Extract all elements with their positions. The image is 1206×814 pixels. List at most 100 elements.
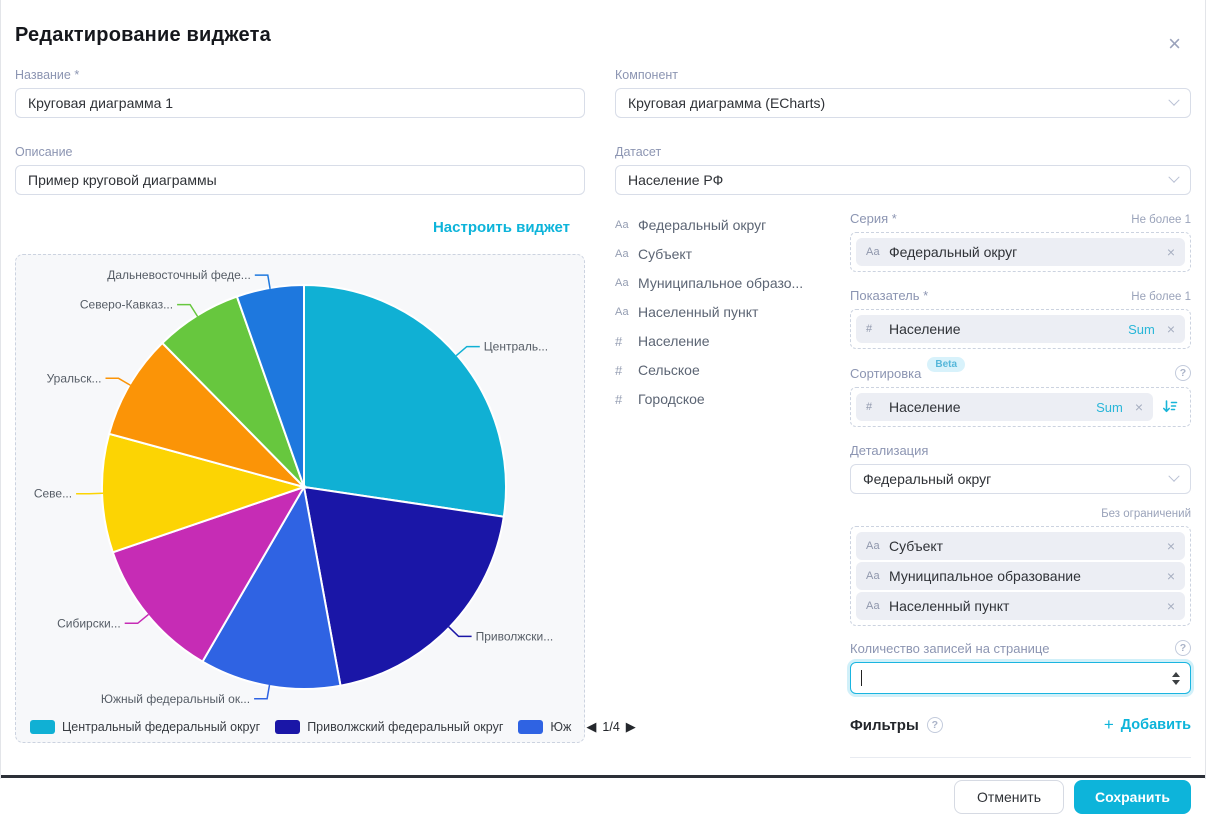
pie-slice-label: Севе... xyxy=(34,487,72,501)
name-label: Название * xyxy=(15,68,585,82)
dataset-field-item[interactable]: АаСубъект xyxy=(615,246,850,262)
legend-item[interactable]: Приволжский федеральный округ xyxy=(275,720,503,734)
stepper-up-icon[interactable] xyxy=(1172,672,1180,677)
remove-icon[interactable]: × xyxy=(1167,539,1175,553)
indicator-label: Показатель * xyxy=(850,288,928,303)
detail-select[interactable]: Федеральный округ xyxy=(850,464,1191,494)
legend-next-icon[interactable]: ▶ xyxy=(626,719,636,735)
pie-label-line xyxy=(254,685,269,699)
detail-level-chip-label: Населенный пункт xyxy=(889,598,1009,614)
sorting-label: Сортировка xyxy=(850,366,921,381)
dataset-field-label: Население xyxy=(638,333,710,349)
detail-level-chip[interactable]: АаСубъект× xyxy=(856,532,1185,560)
dataset-field-item[interactable]: #Население xyxy=(615,333,850,349)
name-input[interactable] xyxy=(15,88,585,118)
sorting-chip[interactable]: # Население Sum × xyxy=(856,393,1153,421)
dataset-field-label: Субъект xyxy=(638,246,692,262)
series-chip[interactable]: Аа Федеральный округ × xyxy=(856,238,1185,266)
dataset-label: Датасет xyxy=(615,145,1191,159)
detail-levels-section: Без ограничений АаСубъект×АаМуниципально… xyxy=(850,508,1191,626)
sorting-dropzone[interactable]: # Население Sum × xyxy=(850,387,1191,427)
legend-label: Центральный федеральный округ xyxy=(62,720,260,734)
sort-descending-icon[interactable] xyxy=(1155,399,1185,415)
page-size-label: Количество записей на странице xyxy=(850,641,1049,656)
close-icon[interactable]: × xyxy=(1168,34,1181,54)
sorting-chip-label: Население xyxy=(889,399,961,415)
number-type-icon: # xyxy=(866,401,881,413)
indicator-chip[interactable]: # Население Sum × xyxy=(856,315,1185,343)
text-type-icon: Аа xyxy=(615,306,630,318)
number-type-icon: # xyxy=(866,323,881,335)
component-label: Компонент xyxy=(615,68,1191,82)
add-filter-label: Добавить xyxy=(1121,717,1191,733)
dataset-field-item[interactable]: Аа Населенный пункт xyxy=(615,304,850,320)
sorting-section: Сортировка Beta ? # Население Sum × xyxy=(850,365,1191,427)
pie-label-line xyxy=(177,305,198,317)
aggregation-badge[interactable]: Sum xyxy=(1096,400,1123,415)
legend-item[interactable]: Юж xyxy=(518,720,571,734)
pie-chart-preview: Централь...Приволжски...Южный федеральны… xyxy=(15,254,585,743)
indicator-chip-label: Население xyxy=(889,321,961,337)
number-type-icon: # xyxy=(615,392,630,407)
stepper-down-icon[interactable] xyxy=(1172,680,1180,685)
beta-badge: Beta xyxy=(927,357,965,372)
page-size-input[interactable] xyxy=(850,662,1191,694)
page-title: Редактирование виджета xyxy=(15,24,1191,47)
add-filter-button[interactable]: + Добавить xyxy=(1104,715,1191,735)
remove-icon[interactable]: × xyxy=(1167,245,1175,259)
left-column: Название * Описание Настроить виджет Цен… xyxy=(15,47,585,814)
dataset-value: Население РФ xyxy=(628,172,723,188)
legend-swatch xyxy=(518,720,543,734)
configure-widget-link[interactable]: Настроить виджет xyxy=(433,219,570,236)
pie-label-line xyxy=(449,627,472,637)
dataset-field-label: Федеральный округ xyxy=(638,217,766,233)
remove-icon[interactable]: × xyxy=(1167,569,1175,583)
dataset-field-label: Сельское xyxy=(638,362,700,378)
dataset-field-item[interactable]: АаМуниципальное образо... xyxy=(615,275,850,291)
pie-slice-label: Дальневосточный феде... xyxy=(107,268,251,282)
dataset-field-item[interactable]: АаФедеральный округ xyxy=(615,217,850,233)
description-input[interactable] xyxy=(15,165,585,195)
config-column: Серия * Не более 1 Аа Федеральный округ … xyxy=(850,211,1191,814)
text-type-icon: Аа xyxy=(866,540,881,552)
chevron-down-icon xyxy=(1168,172,1179,183)
series-dropzone[interactable]: Аа Федеральный округ × xyxy=(850,232,1191,272)
dataset-select[interactable]: Население РФ xyxy=(615,165,1191,195)
number-stepper[interactable] xyxy=(1172,672,1180,685)
indicator-dropzone[interactable]: # Население Sum × xyxy=(850,309,1191,349)
remove-icon[interactable]: × xyxy=(1135,400,1143,414)
dataset-field-label: Населенный пункт xyxy=(638,304,758,320)
help-icon[interactable]: ? xyxy=(1175,640,1191,656)
cancel-button[interactable]: Отменить xyxy=(954,780,1064,814)
pie-slice[interactable] xyxy=(304,285,506,517)
text-type-icon: Аа xyxy=(866,246,881,258)
legend-prev-icon[interactable]: ◀ xyxy=(586,719,596,735)
detail-section: Детализация Федеральный округ xyxy=(850,443,1191,494)
pie-slice-label: Централь... xyxy=(484,340,548,354)
pie-slice-label: Южный федеральный ок... xyxy=(101,692,250,706)
component-select[interactable]: Круговая диаграмма (ECharts) xyxy=(615,88,1191,118)
help-icon[interactable]: ? xyxy=(1175,365,1191,381)
modal-body: Название * Описание Настроить виджет Цен… xyxy=(1,47,1205,814)
aggregation-badge[interactable]: Sum xyxy=(1128,322,1155,337)
page-size-section: Количество записей на странице ? xyxy=(850,640,1191,694)
legend-item[interactable]: Центральный федеральный округ xyxy=(30,720,260,734)
remove-icon[interactable]: × xyxy=(1167,599,1175,613)
series-section: Серия * Не более 1 Аа Федеральный округ … xyxy=(850,211,1191,272)
detail-value: Федеральный округ xyxy=(863,471,991,487)
pie-label-line xyxy=(106,378,131,385)
remove-icon[interactable]: × xyxy=(1167,322,1175,336)
detail-level-chip[interactable]: АаНаселенный пункт× xyxy=(856,592,1185,620)
pie-label-line xyxy=(255,275,270,289)
detail-levels-dropzone[interactable]: АаСубъект×АаМуниципальное образование× Аа… xyxy=(850,526,1191,626)
footer-buttons: Отменить Сохранить xyxy=(850,780,1191,814)
modal-header: Редактирование виджета × xyxy=(1,0,1205,47)
dataset-field-item[interactable]: #Городское xyxy=(615,391,850,407)
pie-slice-label: Сибирски... xyxy=(57,616,121,630)
save-button[interactable]: Сохранить xyxy=(1074,780,1191,814)
legend-pager: ◀1/4▶ xyxy=(586,719,635,735)
help-icon[interactable]: ? xyxy=(927,717,943,733)
dataset-field-item[interactable]: #Сельское xyxy=(615,362,850,378)
detail-level-chip[interactable]: АаМуниципальное образование× xyxy=(856,562,1185,590)
pie-chart: Централь...Приволжски...Южный федеральны… xyxy=(16,255,594,707)
